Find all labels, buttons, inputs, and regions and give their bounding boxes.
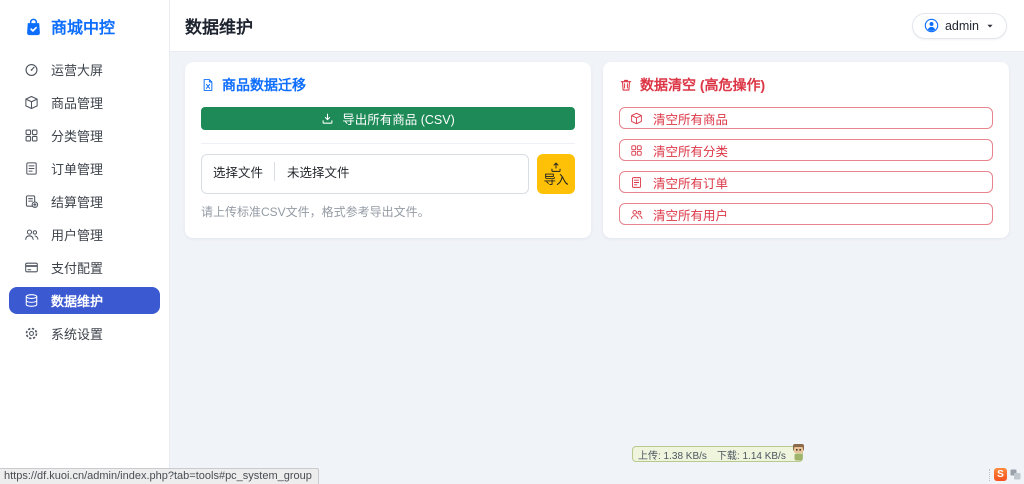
sidebar-item-grid[interactable]: 分类管理 bbox=[9, 122, 160, 149]
sidebar-item-gear[interactable]: 系统设置 bbox=[9, 320, 160, 347]
bag-check-icon bbox=[24, 17, 43, 36]
sidebar-item-box[interactable]: 商品管理 bbox=[9, 89, 160, 116]
sidebar-item-label: 商品管理 bbox=[51, 96, 104, 111]
sidebar-item-cash[interactable]: 结算管理 bbox=[9, 188, 160, 215]
speedometer-icon bbox=[24, 62, 39, 77]
s-logo-icon[interactable]: S bbox=[994, 468, 1007, 481]
sidebar-item-label: 支付配置 bbox=[51, 261, 104, 276]
drag-handle[interactable] bbox=[989, 468, 991, 481]
download-icon bbox=[321, 112, 334, 125]
upload-speed: 上传: 1.38 KB/s bbox=[638, 450, 707, 462]
file-excel-icon bbox=[201, 78, 215, 92]
gear-icon bbox=[24, 326, 39, 341]
sidebar-item-database[interactable]: 数据维护 bbox=[9, 287, 160, 314]
pet-avatar bbox=[792, 444, 804, 461]
page-title: 数据维护 bbox=[185, 18, 253, 37]
upload-icon bbox=[550, 161, 562, 173]
topbar: 数据维护 admin bbox=[170, 0, 1024, 52]
migration-card: 商品数据迁移 导出所有商品 (CSV) 选择文件 未选择文件 导入 请上传标准C… bbox=[185, 62, 591, 238]
brand: 商城中控 bbox=[0, 0, 169, 40]
clear-button-label: 清空所有分类 bbox=[653, 144, 729, 159]
clear-button-people[interactable]: 清空所有用户 bbox=[619, 203, 993, 225]
grid-icon bbox=[24, 128, 39, 143]
sidebar-item-label: 运营大屏 bbox=[51, 63, 104, 78]
person-circle-icon bbox=[924, 18, 939, 33]
danger-button-list: 清空所有商品 清空所有分类 清空所有订单 清空所有用户 bbox=[619, 107, 993, 225]
danger-card-title: 数据清空 (高危操作) bbox=[619, 75, 993, 95]
upload-helper-text: 请上传标准CSV文件，格式参考导出文件。 bbox=[201, 205, 430, 219]
user-menu-button[interactable]: admin bbox=[911, 12, 1007, 39]
file-status-text: 未选择文件 bbox=[287, 166, 350, 180]
sidebar-item-label: 结算管理 bbox=[51, 195, 104, 210]
grid-icon bbox=[630, 144, 643, 157]
clear-button-grid[interactable]: 清空所有分类 bbox=[619, 139, 993, 161]
box-icon bbox=[24, 95, 39, 110]
sidebar-item-label: 分类管理 bbox=[51, 129, 104, 144]
caret-down-icon bbox=[985, 21, 995, 31]
trash-icon bbox=[619, 78, 633, 92]
people-icon bbox=[630, 208, 643, 221]
clear-button-label: 清空所有用户 bbox=[653, 208, 729, 223]
cash-icon bbox=[24, 194, 39, 209]
clear-button-receipt[interactable]: 清空所有订单 bbox=[619, 171, 993, 193]
credit-card-icon bbox=[24, 260, 39, 275]
clear-button-label: 清空所有订单 bbox=[653, 176, 729, 191]
sidebar-item-label: 订单管理 bbox=[51, 162, 104, 177]
download-speed: 下载: 1.14 KB/s bbox=[716, 450, 786, 462]
corner-widgets: S bbox=[989, 468, 1021, 481]
migration-card-title: 商品数据迁移 bbox=[201, 75, 575, 95]
sidebar: 商城中控 运营大屏 商品管理 分类管理 订单管理 结算管理 用户管理 支付配置 … bbox=[0, 0, 170, 484]
choose-file-button[interactable]: 选择文件 bbox=[213, 162, 276, 181]
browser-status-url: https://df.kuoi.cn/admin/index.php?tab=t… bbox=[0, 468, 319, 484]
sidebar-item-speedometer[interactable]: 运营大屏 bbox=[9, 56, 160, 83]
clear-button-box[interactable]: 清空所有商品 bbox=[619, 107, 993, 129]
people-icon bbox=[24, 227, 39, 242]
net-speed-widget[interactable]: 上传: 1.38 KB/s 下载: 1.14 KB/s bbox=[632, 444, 804, 462]
main-content: 商品数据迁移 导出所有商品 (CSV) 选择文件 未选择文件 导入 请上传标准C… bbox=[170, 52, 1024, 484]
sidebar-item-receipt[interactable]: 订单管理 bbox=[9, 155, 160, 182]
export-products-button[interactable]: 导出所有商品 (CSV) bbox=[201, 107, 575, 130]
sidebar-item-credit-card[interactable]: 支付配置 bbox=[9, 254, 160, 281]
sidebar-item-people[interactable]: 用户管理 bbox=[9, 221, 160, 248]
sidebar-item-label: 系统设置 bbox=[51, 327, 104, 342]
tray-icon[interactable] bbox=[1010, 469, 1021, 480]
upload-row: 选择文件 未选择文件 导入 bbox=[201, 154, 575, 194]
user-name: admin bbox=[944, 18, 979, 33]
import-button[interactable]: 导入 bbox=[537, 154, 575, 194]
brand-title: 商城中控 bbox=[51, 20, 116, 37]
clear-button-label: 清空所有商品 bbox=[653, 112, 729, 127]
receipt-icon bbox=[630, 176, 643, 189]
sidebar-item-label: 用户管理 bbox=[51, 228, 104, 243]
receipt-icon bbox=[24, 161, 39, 176]
file-input[interactable]: 选择文件 未选择文件 bbox=[201, 154, 529, 194]
sidebar-item-label: 数据维护 bbox=[51, 294, 104, 309]
divider bbox=[201, 143, 575, 144]
box-icon bbox=[630, 112, 643, 125]
database-icon bbox=[24, 293, 39, 308]
danger-card: 数据清空 (高危操作) 清空所有商品 清空所有分类 清空所有订单 清空所有用户 bbox=[603, 62, 1009, 238]
sidebar-nav: 运营大屏 商品管理 分类管理 订单管理 结算管理 用户管理 支付配置 数据维护 … bbox=[0, 56, 169, 347]
